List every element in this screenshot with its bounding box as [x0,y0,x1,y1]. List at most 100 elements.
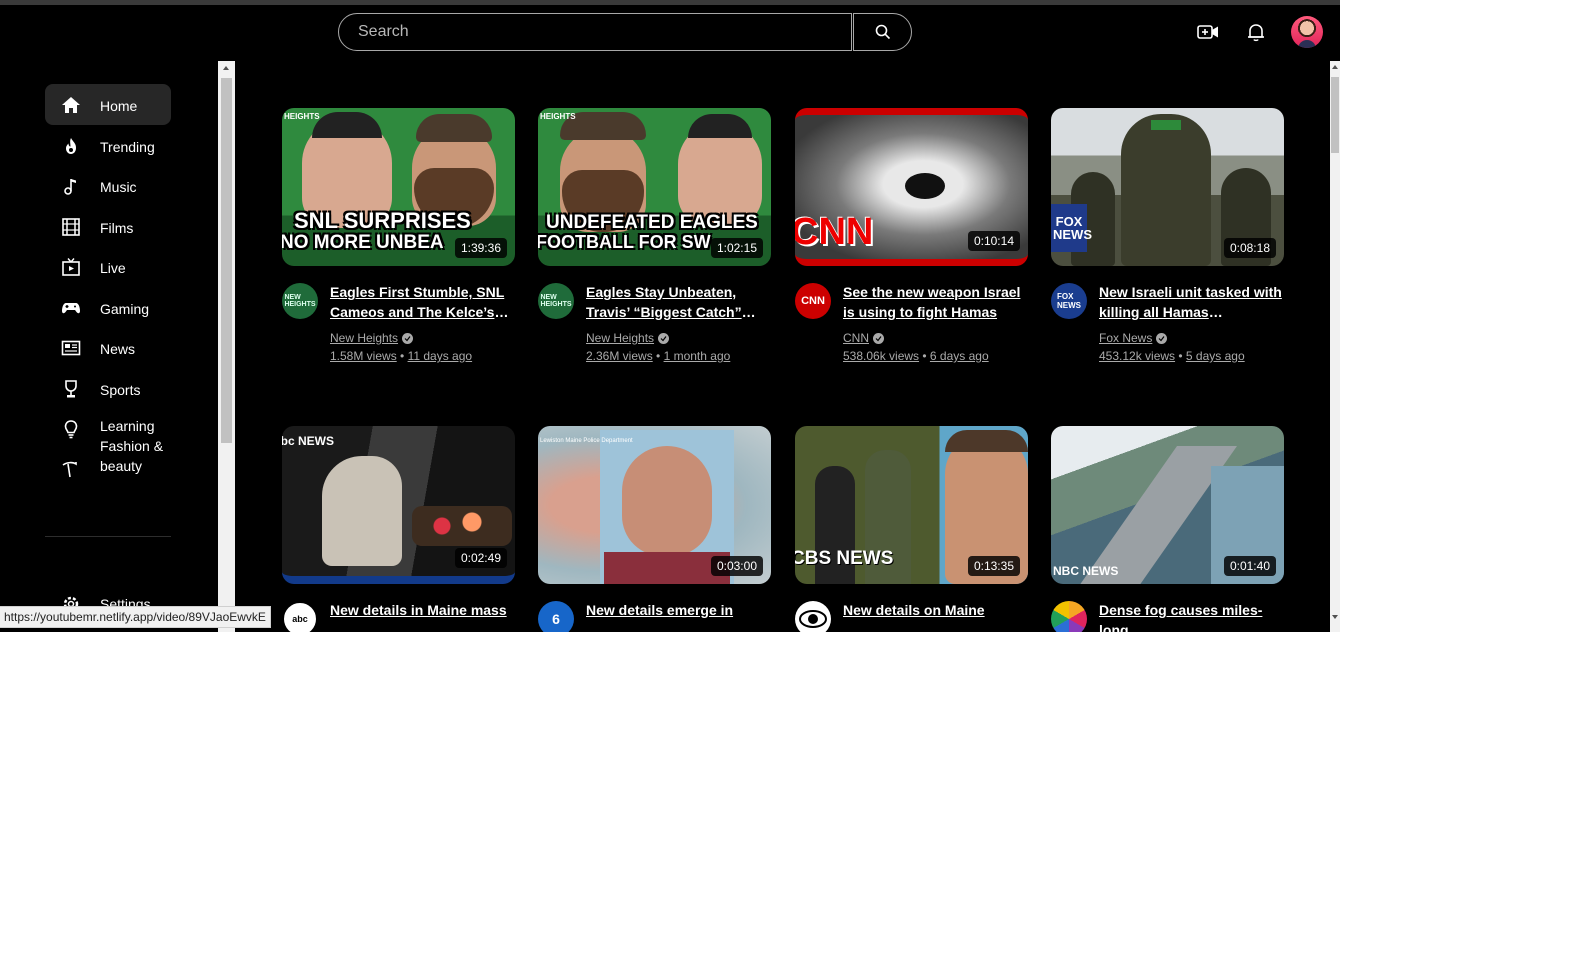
sidebar-item-gaming[interactable]: Gaming [45,287,171,328]
channel-avatar[interactable]: NEW HEIGHTS [282,283,318,319]
video-duration: 1:39:36 [454,238,507,258]
thumbnail-brand: HEIGHTS [284,112,320,121]
sidebar-item-films[interactable]: Films [45,206,171,247]
channel-name[interactable]: New Heights [586,331,670,345]
video-title[interactable]: See the new weapon Israel is using to fi… [843,282,1027,322]
create-video-button[interactable] [1196,20,1220,44]
video-card[interactable]: Lewiston Maine Police Department 0:03:00… [538,426,771,632]
scroll-down-arrow[interactable] [1332,615,1338,619]
film-icon [61,217,81,237]
sidebar-item-label: Sports [100,381,141,398]
scroll-up-arrow[interactable] [223,66,229,70]
sidebar-item-sports[interactable]: Sports [45,368,171,409]
lightbulb-icon [61,419,81,439]
video-duration: 0:08:18 [1223,238,1276,258]
main-scrollbar[interactable] [1330,61,1340,632]
notifications-button[interactable] [1244,20,1268,44]
video-title[interactable]: New details on Maine [843,600,1027,620]
channel-avatar[interactable]: CNN [795,283,831,319]
channel-avatar[interactable]: NEW HEIGHTS [538,283,574,319]
view-count: 2.36M views [586,349,653,363]
thumbnail-brand: CNN [795,211,874,253]
thumbnail-brand: Lewiston Maine Police Department [540,438,633,444]
search-input[interactable]: Search [338,13,852,51]
upload-age: 1 month ago [663,349,731,363]
video-title[interactable]: New Israeli unit tasked with killing all… [1099,282,1283,322]
channel-avatar[interactable]: 6 [538,601,574,632]
channel-name[interactable]: New Heights [330,331,414,345]
video-card[interactable]: CNN 0:10:14 CNN See the new weapon Israe… [795,108,1028,363]
scrollbar-thumb[interactable] [1331,77,1339,153]
music-note-icon [61,176,81,196]
video-meta: 453.12k views • 5 days ago [1099,349,1245,363]
channel-name-text: New Heights [586,331,655,345]
video-title-text: New details in Maine mass [330,602,507,618]
thumbnail-caption: SNL SURPRISES [294,208,471,233]
sidebar-item-learning[interactable]: Learning Fashion & beauty [45,408,171,488]
video-title[interactable]: Dense fog causes miles-long [1099,600,1283,632]
gamepad-icon [61,298,81,318]
video-title[interactable]: Eagles First Stumble, SNL Cameos and The… [330,282,514,322]
video-thumbnail[interactable]: FOX NEWS 0:08:18 [1051,108,1284,266]
verified-check-icon [402,332,414,344]
video-meta: 2.36M views • 1 month ago [586,349,731,363]
video-thumbnail[interactable]: HEIGHTS UNDEFEATED EAGLES FOOTBALL FOR S… [538,108,771,266]
cbs-eye-logo [799,610,827,628]
sidebar-item-home[interactable]: Home [45,84,171,125]
video-meta: 538.06k views • 6 days ago [843,349,989,363]
video-thumbnail[interactable]: HEIGHTS SNL SURPRISES NO MORE UNBEA 1:39… [282,108,515,266]
video-thumbnail[interactable]: CBS NEWS 0:13:35 [795,426,1028,584]
app-window: Search Home Trending Music Films Live Ga… [0,0,1340,632]
verified-check-icon [873,332,884,344]
video-title[interactable]: New details emerge in [586,600,770,620]
video-duration: 0:02:49 [454,548,507,568]
video-title-text: Eagles Stay Unbeaten, Travis’ “Biggest C… [586,284,742,320]
thumbnail-brand: NBC NEWS [1053,564,1119,578]
video-card[interactable]: CBS NEWS 0:13:35 New details on Maine [795,426,1028,632]
sidebar-learning-label: Learning [100,418,155,434]
search-button[interactable] [853,13,912,51]
video-title-text: Eagles First Stumble, SNL Cameos and The… [330,284,505,320]
thumbnail-brand: abc NEWS [282,434,335,448]
sidebar-item-label: Music [100,179,137,195]
sidebar: Home Trending Music Films Live Gaming Ne… [45,84,171,488]
video-card[interactable]: FOX NEWS 0:08:18 FOX NEWS New Israeli uni… [1051,108,1284,363]
sidebar-item-music[interactable]: Music [45,165,171,206]
video-thumbnail[interactable]: CNN 0:10:14 [795,108,1028,266]
scrollbar-thumb[interactable] [221,78,232,443]
sidebar-item-trending[interactable]: Trending [45,125,171,166]
video-card[interactable]: HEIGHTS SNL SURPRISES NO MORE UNBEA 1:39… [282,108,515,363]
channel-name[interactable]: CNN [843,331,884,345]
channel-avatar[interactable] [795,601,831,632]
channel-avatar[interactable] [1051,601,1087,632]
sidebar-scrollbar[interactable] [218,61,235,632]
video-card[interactable]: HEIGHTS UNDEFEATED EAGLES FOOTBALL FOR S… [538,108,771,363]
sidebar-divider [45,536,171,537]
live-tv-icon [61,257,81,277]
sidebar-item-news[interactable]: News [45,327,171,368]
window-top-border [0,0,1340,5]
video-title-text: See the new weapon Israel is using to fi… [843,284,1021,320]
video-card[interactable]: abc NEWS 0:02:49 abc New details in Main… [282,426,515,632]
video-card[interactable]: NBC NEWS 0:01:40 Dense fog causes miles-… [1051,426,1284,632]
channel-avatar[interactable]: FOX NEWS [1051,283,1087,319]
video-title[interactable]: New details in Maine mass [330,600,514,620]
thumbnail-caption: UNDEFEATED EAGLES [546,212,758,233]
channel-avatar[interactable]: abc [282,601,318,632]
channel-name[interactable]: Fox News [1099,331,1168,345]
video-thumbnail[interactable]: Lewiston Maine Police Department 0:03:00 [538,426,771,584]
upload-age: 11 days ago [407,349,473,363]
sidebar-item-live[interactable]: Live [45,246,171,287]
video-thumbnail[interactable]: abc NEWS 0:02:49 [282,426,515,584]
thumbnail-brand: HEIGHTS [540,112,576,121]
video-duration: 0:10:14 [967,231,1020,251]
search-icon [875,24,890,40]
scroll-up-arrow[interactable] [1332,65,1338,69]
video-title[interactable]: Eagles Stay Unbeaten, Travis’ “Biggest C… [586,282,770,322]
view-count: 538.06k views [843,349,920,363]
video-meta: 1.58M views • 11 days ago [330,349,473,363]
user-avatar[interactable] [1291,16,1323,48]
hanger-icon [61,460,81,480]
flame-icon [61,136,81,156]
video-thumbnail[interactable]: NBC NEWS 0:01:40 [1051,426,1284,584]
